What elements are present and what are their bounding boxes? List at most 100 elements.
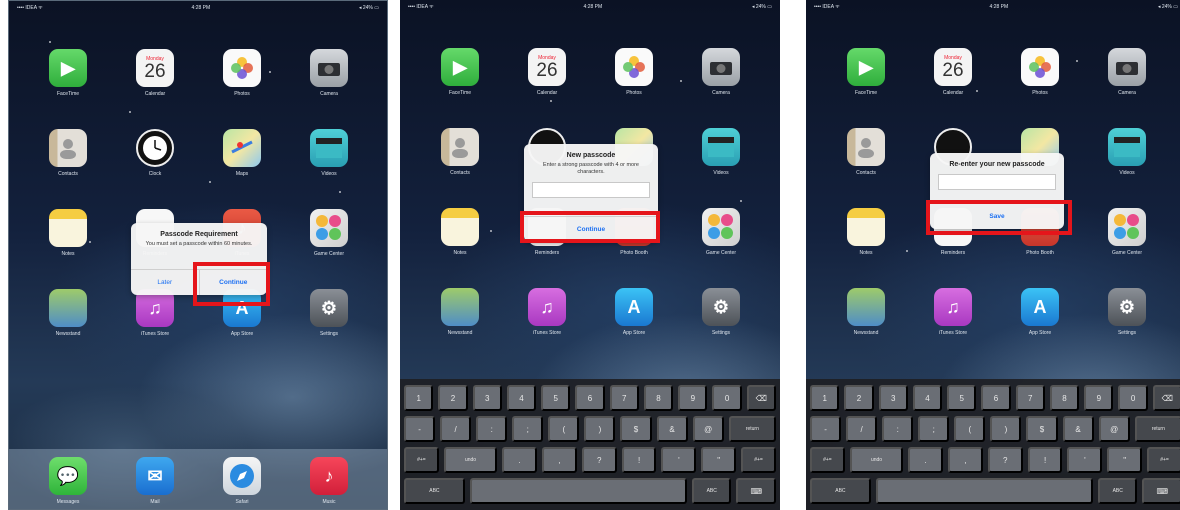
key[interactable]: @ [692,416,724,442]
later-button[interactable]: Later [131,270,199,295]
space-key[interactable] [875,478,1093,504]
key[interactable]: - [403,416,436,442]
dock-mail[interactable]: ✉ Mail [133,457,177,505]
app-photos[interactable]: Photos [612,48,656,96]
key[interactable]: & [656,416,688,442]
key[interactable]: ( [548,416,580,442]
return-key[interactable]: return [728,416,777,442]
shift-symbols-key[interactable]: #+= [1147,447,1180,473]
key[interactable]: ( [954,416,986,442]
app-notes[interactable]: Notes [46,209,90,257]
app-settings[interactable]: ⚙ Settings [307,289,351,337]
app-maps[interactable]: Maps [220,129,264,177]
key[interactable]: ' [1067,447,1103,473]
key[interactable]: 2 [844,385,874,411]
key[interactable]: ' [661,447,697,473]
app-videos[interactable]: Videos [1105,128,1149,176]
hide-keyboard-icon[interactable]: ⌨ [736,478,776,504]
app-itunes-store[interactable]: ♫ iTunes Store [525,288,569,336]
dock-music[interactable]: ♪ Music [307,457,351,505]
passcode-input[interactable] [532,182,650,199]
app-newsstand[interactable]: Newsstand [438,288,482,336]
continue-button[interactable]: Continue [198,270,268,295]
key[interactable]: ; [512,416,544,442]
app-photos[interactable]: Photos [1018,48,1062,96]
key[interactable]: 9 [678,385,708,411]
shift-symbols-key[interactable]: #+= [741,447,776,473]
key[interactable]: 8 [1049,385,1080,411]
key[interactable]: , [542,447,577,473]
app-newsstand[interactable]: Newsstand [46,289,90,337]
key[interactable]: 6 [575,385,605,411]
key[interactable]: 5 [541,385,571,411]
shift-symbols-key[interactable]: #+= [810,447,845,473]
app-app-store[interactable]: A App Store [612,288,656,336]
key[interactable]: 5 [947,385,977,411]
space-key[interactable] [469,478,687,504]
app-calendar[interactable]: Monday 26 Calendar [931,48,975,96]
app-camera[interactable]: Camera [699,48,743,96]
key[interactable]: 0 [712,385,742,411]
passcode-input[interactable] [938,174,1056,190]
app-game-center[interactable]: Game Center [307,209,351,257]
key[interactable]: 7 [1015,385,1045,411]
app-contacts[interactable]: Contacts [438,128,482,176]
key[interactable]: @ [1098,416,1130,442]
app-facetime[interactable]: ▶ FaceTime [844,48,888,96]
app-notes[interactable]: Notes [438,208,482,256]
key[interactable]: " [1107,447,1143,473]
key[interactable]: & [1062,416,1094,442]
key[interactable]: - [809,416,842,442]
key[interactable]: ; [918,416,950,442]
hide-keyboard-icon[interactable]: ⌨ [1142,478,1180,504]
return-key[interactable]: return [1134,416,1180,442]
abc-key[interactable]: ABC [404,478,465,504]
app-contacts[interactable]: Contacts [844,128,888,176]
app-photos[interactable]: Photos [220,49,264,97]
dock-messages[interactable]: 💬 Messages [46,457,90,505]
app-facetime[interactable]: ▶ FaceTime [438,48,482,96]
abc-key[interactable]: ABC [1097,478,1138,504]
key[interactable]: ) [990,416,1022,442]
app-calendar[interactable]: Monday 26 Calendar [133,49,177,97]
key[interactable]: . [502,447,537,473]
dock-safari[interactable]: Safari [220,457,264,505]
key[interactable]: $ [620,416,652,442]
key[interactable]: 8 [643,385,674,411]
app-videos[interactable]: Videos [699,128,743,176]
key[interactable]: / [440,416,472,442]
key[interactable]: $ [1026,416,1058,442]
app-game-center[interactable]: Game Center [1105,208,1149,256]
abc-key[interactable]: ABC [691,478,732,504]
app-game-center[interactable]: Game Center [699,208,743,256]
key[interactable]: ! [621,447,657,473]
app-itunes-store[interactable]: ♫ iTunes Store [931,288,975,336]
key[interactable]: , [948,447,983,473]
app-settings[interactable]: ⚙ Settings [1105,288,1149,336]
key[interactable]: 3 [472,385,502,411]
undo-key[interactable]: undo [443,447,498,473]
key[interactable]: ? [987,447,1023,473]
app-camera[interactable]: Camera [307,49,351,97]
app-calendar[interactable]: Monday 26 Calendar [525,48,569,96]
key[interactable]: ! [1027,447,1063,473]
abc-key[interactable]: ABC [810,478,871,504]
app-facetime[interactable]: ▶ FaceTime [46,49,90,97]
key[interactable]: . [908,447,943,473]
key[interactable]: 6 [981,385,1011,411]
app-contacts[interactable]: Contacts [46,129,90,177]
app-settings[interactable]: ⚙ Settings [699,288,743,336]
app-newsstand[interactable]: Newsstand [844,288,888,336]
app-itunes-store[interactable]: ♫ iTunes Store [133,289,177,337]
key[interactable]: : [882,416,914,442]
backspace-key[interactable]: ⌫ [746,385,776,411]
app-camera[interactable]: Camera [1105,48,1149,96]
key[interactable]: 4 [506,385,537,411]
continue-button[interactable]: Continue [524,217,658,242]
backspace-key[interactable]: ⌫ [1152,385,1180,411]
key[interactable]: 2 [438,385,468,411]
app-notes[interactable]: Notes [844,208,888,256]
key[interactable]: ) [584,416,616,442]
key[interactable]: 3 [878,385,908,411]
key[interactable]: 9 [1084,385,1114,411]
